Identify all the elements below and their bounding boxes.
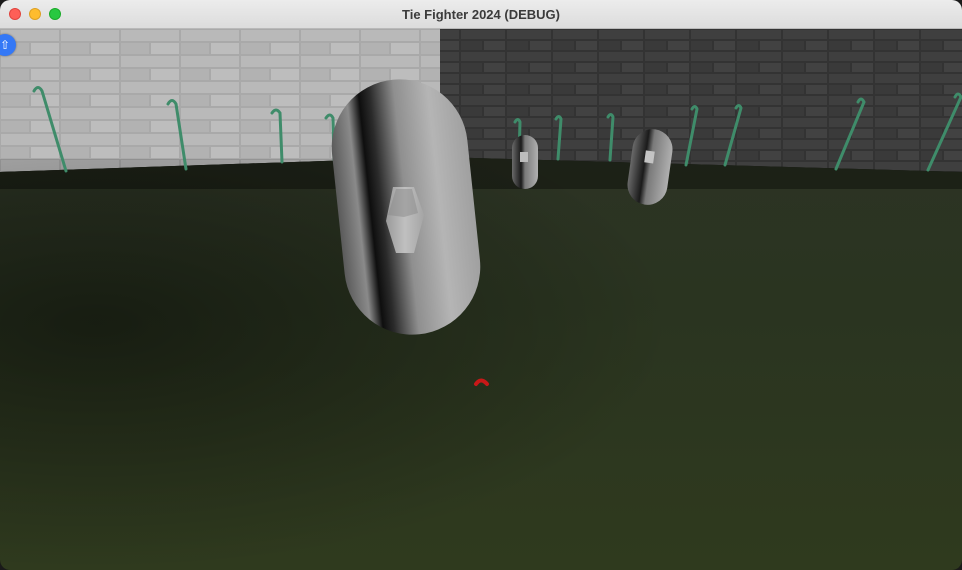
game-viewport[interactable]: ⇧ [0, 29, 962, 570]
app-window: Tie Fighter 2024 (DEBUG) ⇧ [0, 0, 962, 570]
game-scene [0, 29, 962, 570]
target-pod-small[interactable] [512, 135, 538, 189]
title-bar[interactable]: Tie Fighter 2024 (DEBUG) [0, 0, 962, 29]
window-title: Tie Fighter 2024 (DEBUG) [402, 7, 560, 22]
grass-floor [0, 157, 962, 570]
